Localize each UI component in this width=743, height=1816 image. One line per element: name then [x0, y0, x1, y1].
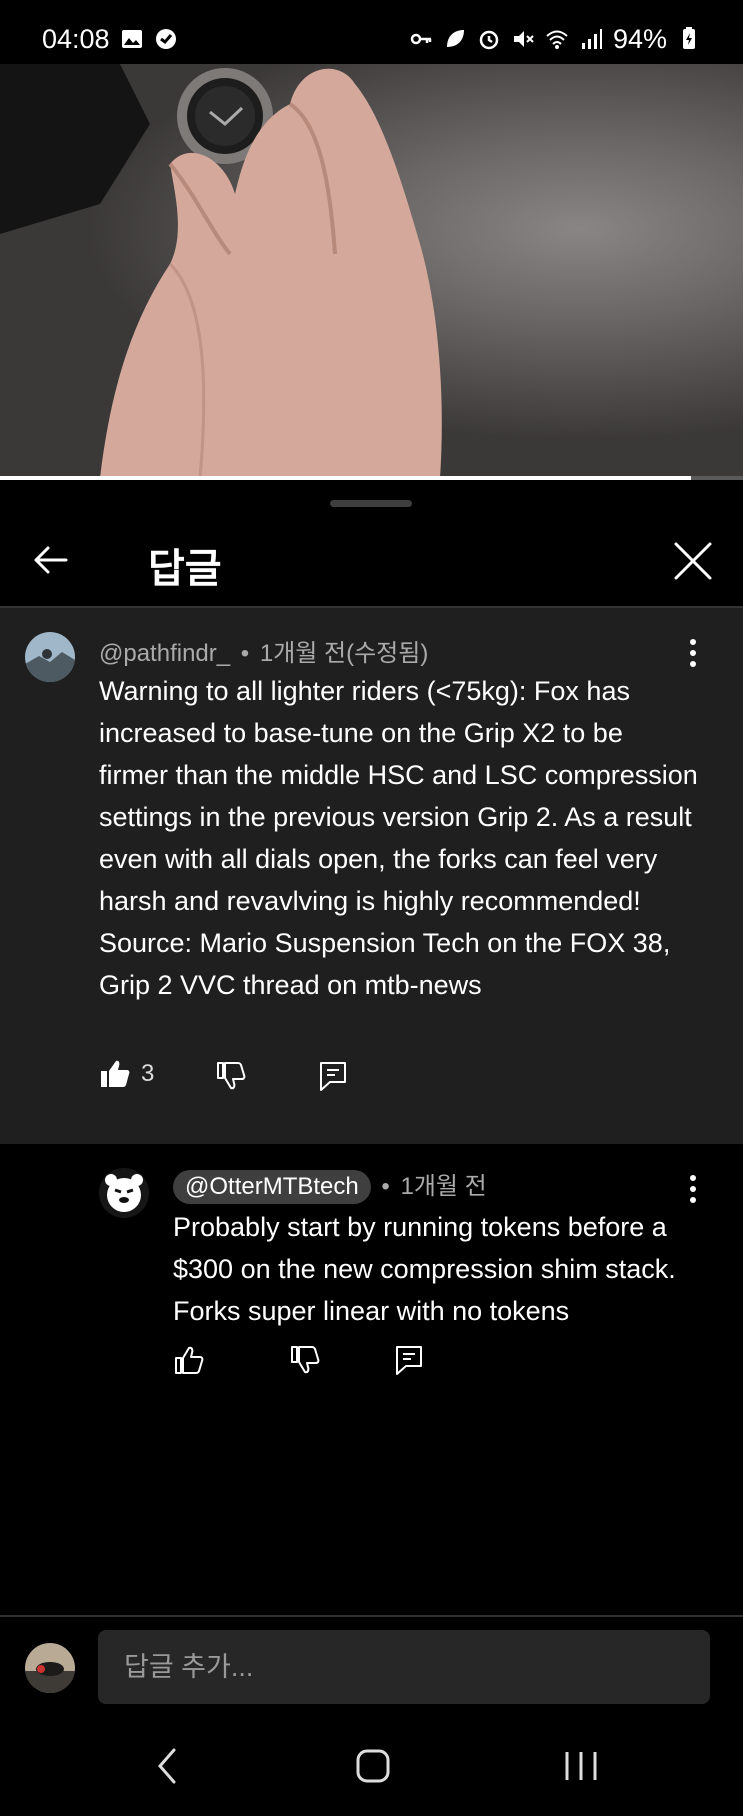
- comment-author-chip[interactable]: @OtterMTBtech: [173, 1170, 371, 1204]
- alarm-icon: [479, 30, 499, 50]
- battery-percent: 94%: [612, 23, 667, 54]
- back-arrow-icon[interactable]: [30, 540, 70, 580]
- nav-recents-button[interactable]: [551, 1740, 611, 1792]
- key-icon: [410, 33, 432, 45]
- thumbs-down-icon[interactable]: [289, 1344, 321, 1376]
- wifi-icon: [546, 30, 568, 49]
- status-bar-right: 94%: [409, 24, 701, 55]
- gallery-icon: [121, 30, 142, 48]
- comment-text: Warning to all lighter riders (<75kg): F…: [99, 676, 698, 1000]
- video-player[interactable]: [0, 64, 743, 478]
- reply-comment: @OtterMTBtech • 1개월 전 Probably start by …: [0, 1144, 743, 1444]
- reply-icon[interactable]: [318, 1060, 348, 1092]
- sheet-header: 답글: [0, 518, 743, 606]
- home-square-icon: [356, 1749, 390, 1783]
- like-button[interactable]: 3: [99, 1058, 154, 1090]
- meta-separator: •: [381, 1173, 390, 1200]
- like-count: 3: [141, 1060, 155, 1087]
- comment-author[interactable]: @pathfindr_: [99, 640, 230, 667]
- recents-icon: [565, 1752, 597, 1780]
- sheet-drag-handle[interactable]: [330, 500, 412, 507]
- sync-icon: [155, 29, 176, 49]
- avatar-image: [25, 1643, 75, 1693]
- current-user-avatar[interactable]: [25, 1643, 75, 1693]
- comment-timestamp: 1개월 전: [400, 1173, 487, 1200]
- battery-icon: [683, 27, 695, 49]
- meta-separator: •: [240, 640, 250, 667]
- more-options-icon[interactable]: [688, 1174, 698, 1204]
- thumbs-up-filled-icon: [101, 1060, 130, 1087]
- system-nav-bar: [0, 1716, 743, 1816]
- sheet-title: 답글: [148, 547, 222, 591]
- nav-home-button[interactable]: [343, 1740, 403, 1792]
- avatar-image: [25, 632, 75, 682]
- signal-icon: [581, 29, 602, 49]
- status-bar-left: 04:08: [42, 24, 178, 55]
- nav-back-button[interactable]: [137, 1740, 197, 1792]
- comment-meta: @pathfindr_ • 1개월 전(수정됨): [99, 633, 428, 668]
- reply-icon[interactable]: [394, 1344, 424, 1376]
- reply-input[interactable]: [98, 1630, 710, 1704]
- avatar[interactable]: [99, 1168, 149, 1218]
- thumbs-up-icon[interactable]: [173, 1344, 205, 1376]
- video-frame-image: [0, 64, 442, 478]
- comment-text: Probably start by running tokens before …: [173, 1212, 676, 1326]
- reply-input-row: [0, 1616, 743, 1716]
- parent-comment: @pathfindr_ • 1개월 전(수정됨) Warning to all …: [0, 608, 743, 1144]
- chevron-left-icon: [158, 1748, 176, 1784]
- close-icon[interactable]: [672, 540, 714, 582]
- status-time: 04:08: [42, 23, 110, 54]
- comment-meta: @OtterMTBtech • 1개월 전: [173, 1166, 487, 1204]
- avatar-image: [99, 1168, 149, 1218]
- thumbs-down-icon[interactable]: [215, 1060, 247, 1092]
- more-options-icon[interactable]: [688, 638, 698, 668]
- leaf-icon: [446, 30, 464, 47]
- mute-icon: [513, 31, 534, 47]
- comment-timestamp: 1개월 전(수정됨): [259, 640, 429, 667]
- avatar[interactable]: [25, 632, 75, 682]
